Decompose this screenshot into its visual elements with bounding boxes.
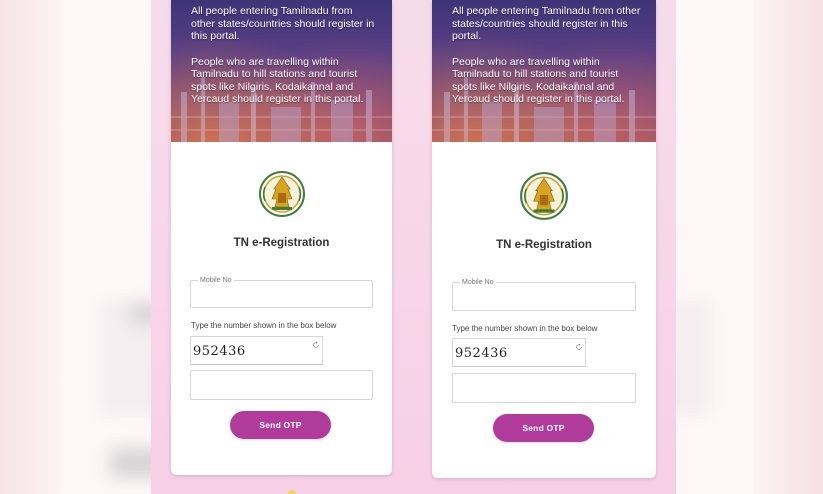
banner-paragraph-1: All people entering Tamilnadu from other… bbox=[452, 5, 641, 42]
send-otp-button[interactable]: Send OTP bbox=[230, 411, 331, 439]
mobile-number-input[interactable]: Mobile No bbox=[452, 278, 636, 311]
decorative-dot bbox=[288, 490, 296, 494]
captcha-prompt: Type the number shown in the box below bbox=[452, 324, 598, 333]
mobile-number-label: Mobile No bbox=[460, 278, 496, 287]
mobile-number-label: Mobile No bbox=[198, 276, 234, 285]
background-right-stripe bbox=[753, 0, 823, 494]
send-otp-button[interactable]: Send OTP bbox=[493, 414, 594, 442]
captcha-code: 952436 bbox=[455, 346, 508, 361]
info-banner: All people entering Tamilnadu from other… bbox=[432, 0, 656, 142]
refresh-icon[interactable] bbox=[575, 343, 583, 351]
captcha-image: 952436 bbox=[190, 336, 323, 365]
mobile-number-input[interactable]: Mobile No bbox=[190, 276, 373, 308]
captcha-prompt: Type the number shown in the box below bbox=[191, 321, 337, 330]
captcha-image: 952436 bbox=[452, 338, 586, 367]
captcha-input[interactable] bbox=[190, 370, 373, 400]
background-left-stripe bbox=[0, 0, 60, 494]
banner-paragraph-2: People who are travelling within Tamilna… bbox=[191, 55, 364, 106]
info-banner: All people entering Tamilnadu from other… bbox=[171, 0, 392, 142]
banner-paragraph-1: All people entering Tamilnadu from other… bbox=[191, 5, 375, 42]
banner-paragraph-2: People who are travelling within Tamilna… bbox=[452, 55, 625, 106]
captcha-code: 952436 bbox=[193, 344, 246, 359]
captcha-input[interactable] bbox=[452, 373, 636, 403]
refresh-icon[interactable] bbox=[312, 341, 320, 349]
